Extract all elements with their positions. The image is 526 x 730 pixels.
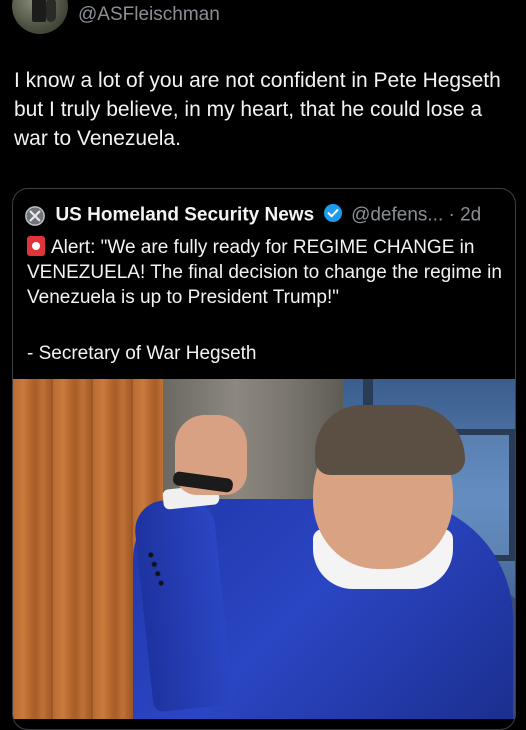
quoted-tweet-text: Alert: "We are fully ready for REGIME CH…	[27, 237, 502, 308]
quoted-tweet[interactable]: US Homeland Security News @defens... · 2…	[12, 188, 516, 730]
quoted-handle-time: @defens... · 2d	[351, 204, 482, 226]
tweet-header: @ASFleischman	[0, 0, 526, 36]
quoted-tweet-body: Alert: "We are fully ready for REGIME CH…	[27, 235, 507, 310]
quoted-tweet-signature: - Secretary of War Hegseth	[27, 343, 257, 364]
user-handle[interactable]: @ASFleischman	[78, 4, 220, 26]
quoted-tweet-photo[interactable]	[13, 379, 515, 719]
siren-icon	[27, 236, 45, 256]
avatar[interactable]	[12, 0, 68, 34]
tweet-text: I know a lot of you are not confident in…	[14, 69, 501, 150]
dhs-seal-icon[interactable]	[25, 205, 45, 226]
verified-badge-icon	[323, 203, 343, 228]
quoted-author-name[interactable]: US Homeland Security News	[55, 205, 314, 226]
photo-hair	[315, 405, 465, 475]
quoted-tweet-header: US Homeland Security News @defens... · 2…	[25, 203, 505, 229]
